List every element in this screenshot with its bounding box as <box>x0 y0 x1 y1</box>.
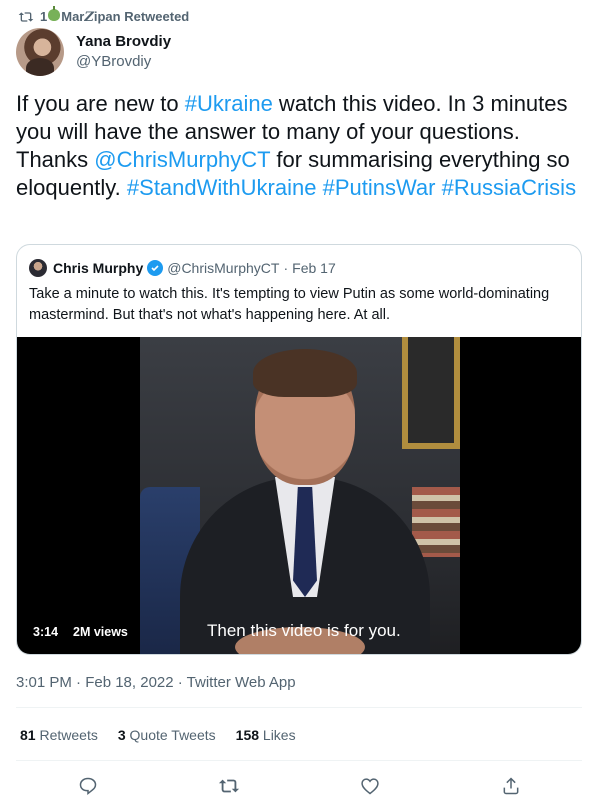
tweet-author[interactable]: Yana Brovdiy @YBrovdiy <box>16 28 171 76</box>
divider <box>16 707 582 708</box>
avatar[interactable] <box>16 28 64 76</box>
retweet-icon <box>18 10 34 24</box>
action-bar <box>0 770 598 800</box>
retweets-stat[interactable]: 81 Retweets <box>20 727 98 743</box>
tweet-stats: 81 Retweets 3 Quote Tweets 158 Likes <box>20 727 296 743</box>
retweeted-by-label: 1 MarZipan Retweeted <box>40 6 190 25</box>
divider <box>16 760 582 761</box>
retweeted-by-bar[interactable]: 1 MarZipan Retweeted <box>18 6 190 26</box>
mention-link[interactable]: @ChrisMurphyCT <box>94 147 270 172</box>
tweet-text-segment: If you are new to <box>16 91 185 116</box>
quote-tweets-stat[interactable]: 3 Quote Tweets <box>118 727 216 743</box>
quoted-tweet[interactable]: Chris Murphy @ChrisMurphyCT · Feb 17 Tak… <box>16 244 582 655</box>
author-name[interactable]: Yana Brovdiy <box>76 32 171 52</box>
quoted-author-name[interactable]: Chris Murphy <box>53 260 143 276</box>
quoted-tweet-text: Take a minute to watch this. It's tempti… <box>29 286 550 323</box>
hashtag-link[interactable]: #StandWithUkraine <box>127 175 317 200</box>
quoted-author-handle[interactable]: @ChrisMurphyCT <box>167 260 279 276</box>
retweet-icon[interactable] <box>217 774 241 798</box>
reply-icon[interactable] <box>76 774 100 798</box>
video-views: 2M views <box>73 625 128 639</box>
tweet-timestamp[interactable]: 3:01 PM · Feb 18, 2022 · Twitter Web App <box>16 674 296 691</box>
video-caption: Then this video is for you. <box>207 621 401 640</box>
likes-stat[interactable]: 158 Likes <box>236 727 296 743</box>
video-duration: 3:14 <box>33 625 59 639</box>
author-handle[interactable]: @YBrovdiy <box>76 52 171 72</box>
green-apple-icon <box>48 6 61 21</box>
tweet-text: If you are new to #Ukraine watch this vi… <box>16 90 586 202</box>
share-icon[interactable] <box>499 774 523 798</box>
video-thumbnail <box>140 337 460 654</box>
hashtag-link[interactable]: #RussiaCrisis <box>442 175 576 200</box>
avatar[interactable] <box>29 259 47 277</box>
like-icon[interactable] <box>358 774 382 798</box>
video-player[interactable]: 3:14 2M views Then this video is for you… <box>17 337 581 654</box>
hashtag-link[interactable]: #Ukraine <box>185 91 273 116</box>
hashtag-link[interactable]: #PutinsWar <box>323 175 436 200</box>
quoted-tweet-header: Chris Murphy @ChrisMurphyCT · Feb 17 <box>29 259 336 277</box>
quoted-date[interactable]: Feb 17 <box>292 260 336 276</box>
separator: · <box>283 260 289 276</box>
verified-badge-icon <box>147 260 164 276</box>
